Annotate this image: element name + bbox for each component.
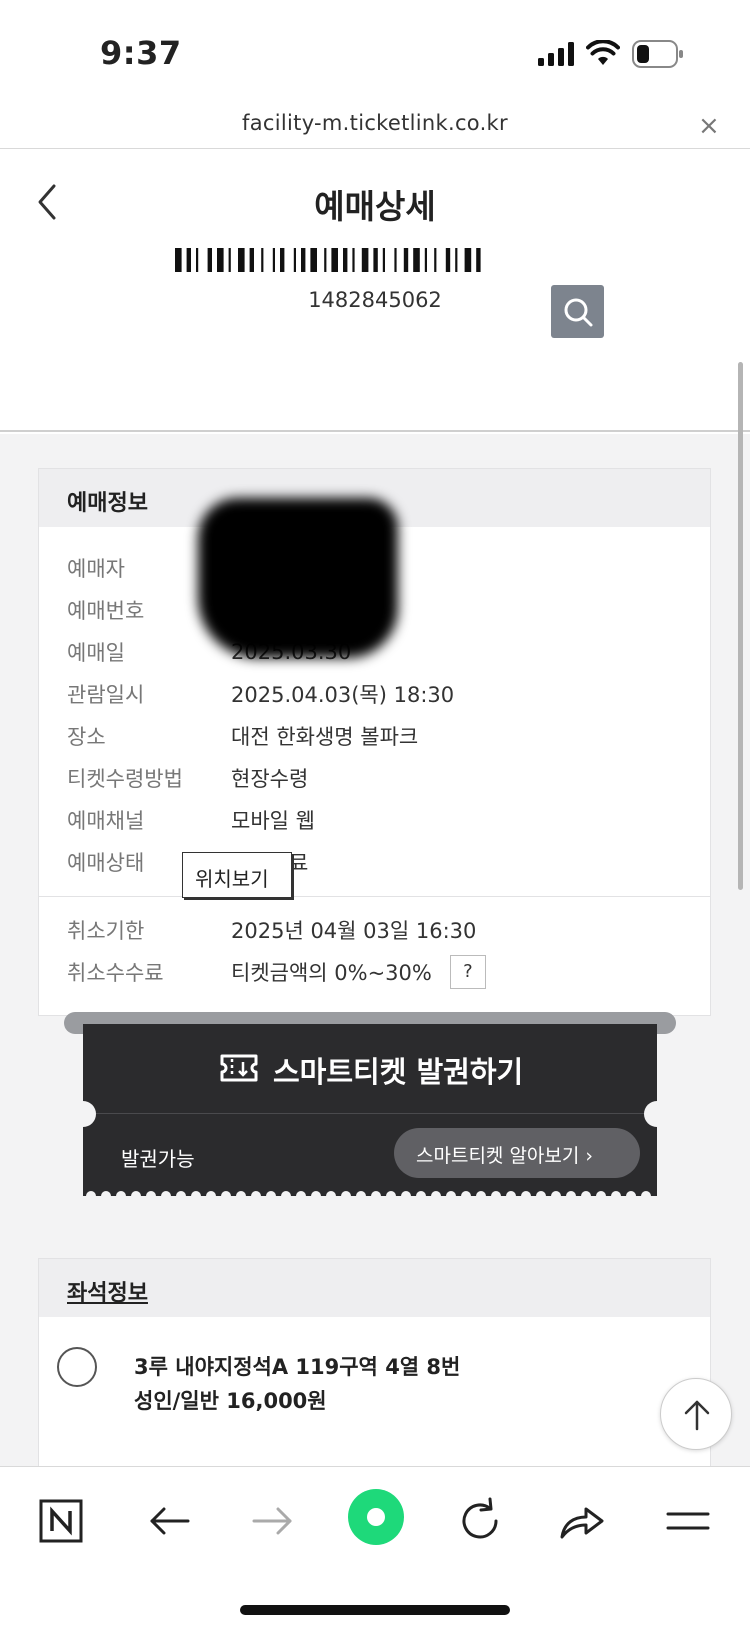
cancel-fee-help-button[interactable]: ?	[449, 955, 486, 989]
info-row: 관람일시 2025.04.03(목) 18:30	[39, 673, 710, 715]
scrollbar[interactable]	[738, 362, 743, 890]
info-label: 장소	[67, 725, 106, 749]
naver-n-icon[interactable]	[33, 1493, 89, 1549]
info-row: 티켓수령방법 현장수령	[39, 757, 710, 799]
menu-icon[interactable]	[660, 1493, 716, 1549]
cancel-deadline-row: 취소기한 2025년 04월 03일 16:30	[39, 909, 710, 951]
info-value: 모바일 웹	[231, 809, 315, 833]
battery-icon	[632, 40, 683, 68]
barcode-number: 1482845062	[308, 288, 442, 312]
browser-toolbar	[0, 1466, 750, 1626]
divider	[39, 896, 710, 897]
status-bar: 9:37	[0, 0, 750, 105]
status-time: 9:37	[100, 34, 182, 72]
wifi-icon	[586, 40, 620, 65]
cancel-info-list: 취소기한 2025년 04월 03일 16:30 취소수수료 티켓금액의 0%~…	[39, 909, 710, 993]
seat-select-radio[interactable]	[57, 1347, 97, 1387]
cancel-fee-row: 취소수수료 티켓금액의 0%~30% ?	[39, 951, 710, 993]
reload-icon[interactable]	[452, 1493, 508, 1549]
info-label: 예매채널	[67, 809, 145, 833]
ticket-notch-right	[644, 1101, 670, 1127]
url-bar[interactable]: facility-m.ticketlink.co.kr ×	[0, 105, 750, 149]
scroll-top-button[interactable]	[660, 1378, 732, 1450]
info-value: 현장수령	[231, 767, 309, 791]
info-row: 예매상태 예매완료	[39, 841, 710, 883]
page-title: 예매상세	[314, 187, 436, 226]
smart-ticket-title[interactable]: 스마트티켓 발권하기	[273, 1049, 523, 1091]
ticket-status: 발권가능	[121, 1147, 195, 1171]
arrow-up-icon	[684, 1400, 710, 1431]
smart-ticket-issue-button[interactable]: 스마트티켓 발권하기	[83, 1024, 657, 1114]
info-value: 대전 한화생명 볼파크	[231, 725, 419, 749]
ticket-scallop-edge	[83, 1187, 657, 1201]
info-label: 취소수수료	[67, 961, 164, 985]
ticket-icon	[220, 1054, 258, 1082]
arrow-right-icon[interactable]	[244, 1493, 300, 1549]
info-value: 2025년 04월 03일 16:30	[231, 919, 477, 943]
page-header: 예매상세 1482845062	[0, 150, 750, 432]
info-label: 취소기한	[67, 919, 145, 943]
arrow-left-icon[interactable]	[142, 1493, 198, 1549]
cellular-signal-icon	[538, 42, 574, 66]
info-value: 2025.04.03(목) 18:30	[231, 683, 455, 707]
ticket-notch-left	[70, 1101, 96, 1127]
info-label: 관람일시	[67, 683, 145, 707]
view-location-button[interactable]: 위치보기	[182, 852, 292, 898]
green-circle-icon[interactable]	[346, 1487, 406, 1547]
redaction-mark	[198, 498, 398, 658]
search-icon	[564, 298, 593, 327]
share-icon[interactable]	[554, 1493, 610, 1549]
info-value: 티켓금액의 0%~30%	[231, 961, 432, 985]
barcode	[175, 248, 481, 272]
smart-ticket-guide-button[interactable]: 스마트티켓 알아보기 ›	[394, 1128, 640, 1178]
url-text[interactable]: facility-m.ticketlink.co.kr	[0, 111, 750, 135]
info-row: 예매채널 모바일 웹	[39, 799, 710, 841]
smart-ticket[interactable]: 스마트티켓 발권하기 발권가능 스마트티켓 알아보기 ›	[70, 1024, 670, 1201]
close-icon[interactable]: ×	[698, 111, 720, 141]
info-label: 티켓수령방법	[67, 767, 183, 791]
info-label: 예매일	[67, 641, 125, 665]
home-indicator	[240, 1605, 510, 1615]
info-row: 장소 대전 한화생명 볼파크	[39, 715, 710, 757]
search-button[interactable]	[551, 285, 604, 338]
